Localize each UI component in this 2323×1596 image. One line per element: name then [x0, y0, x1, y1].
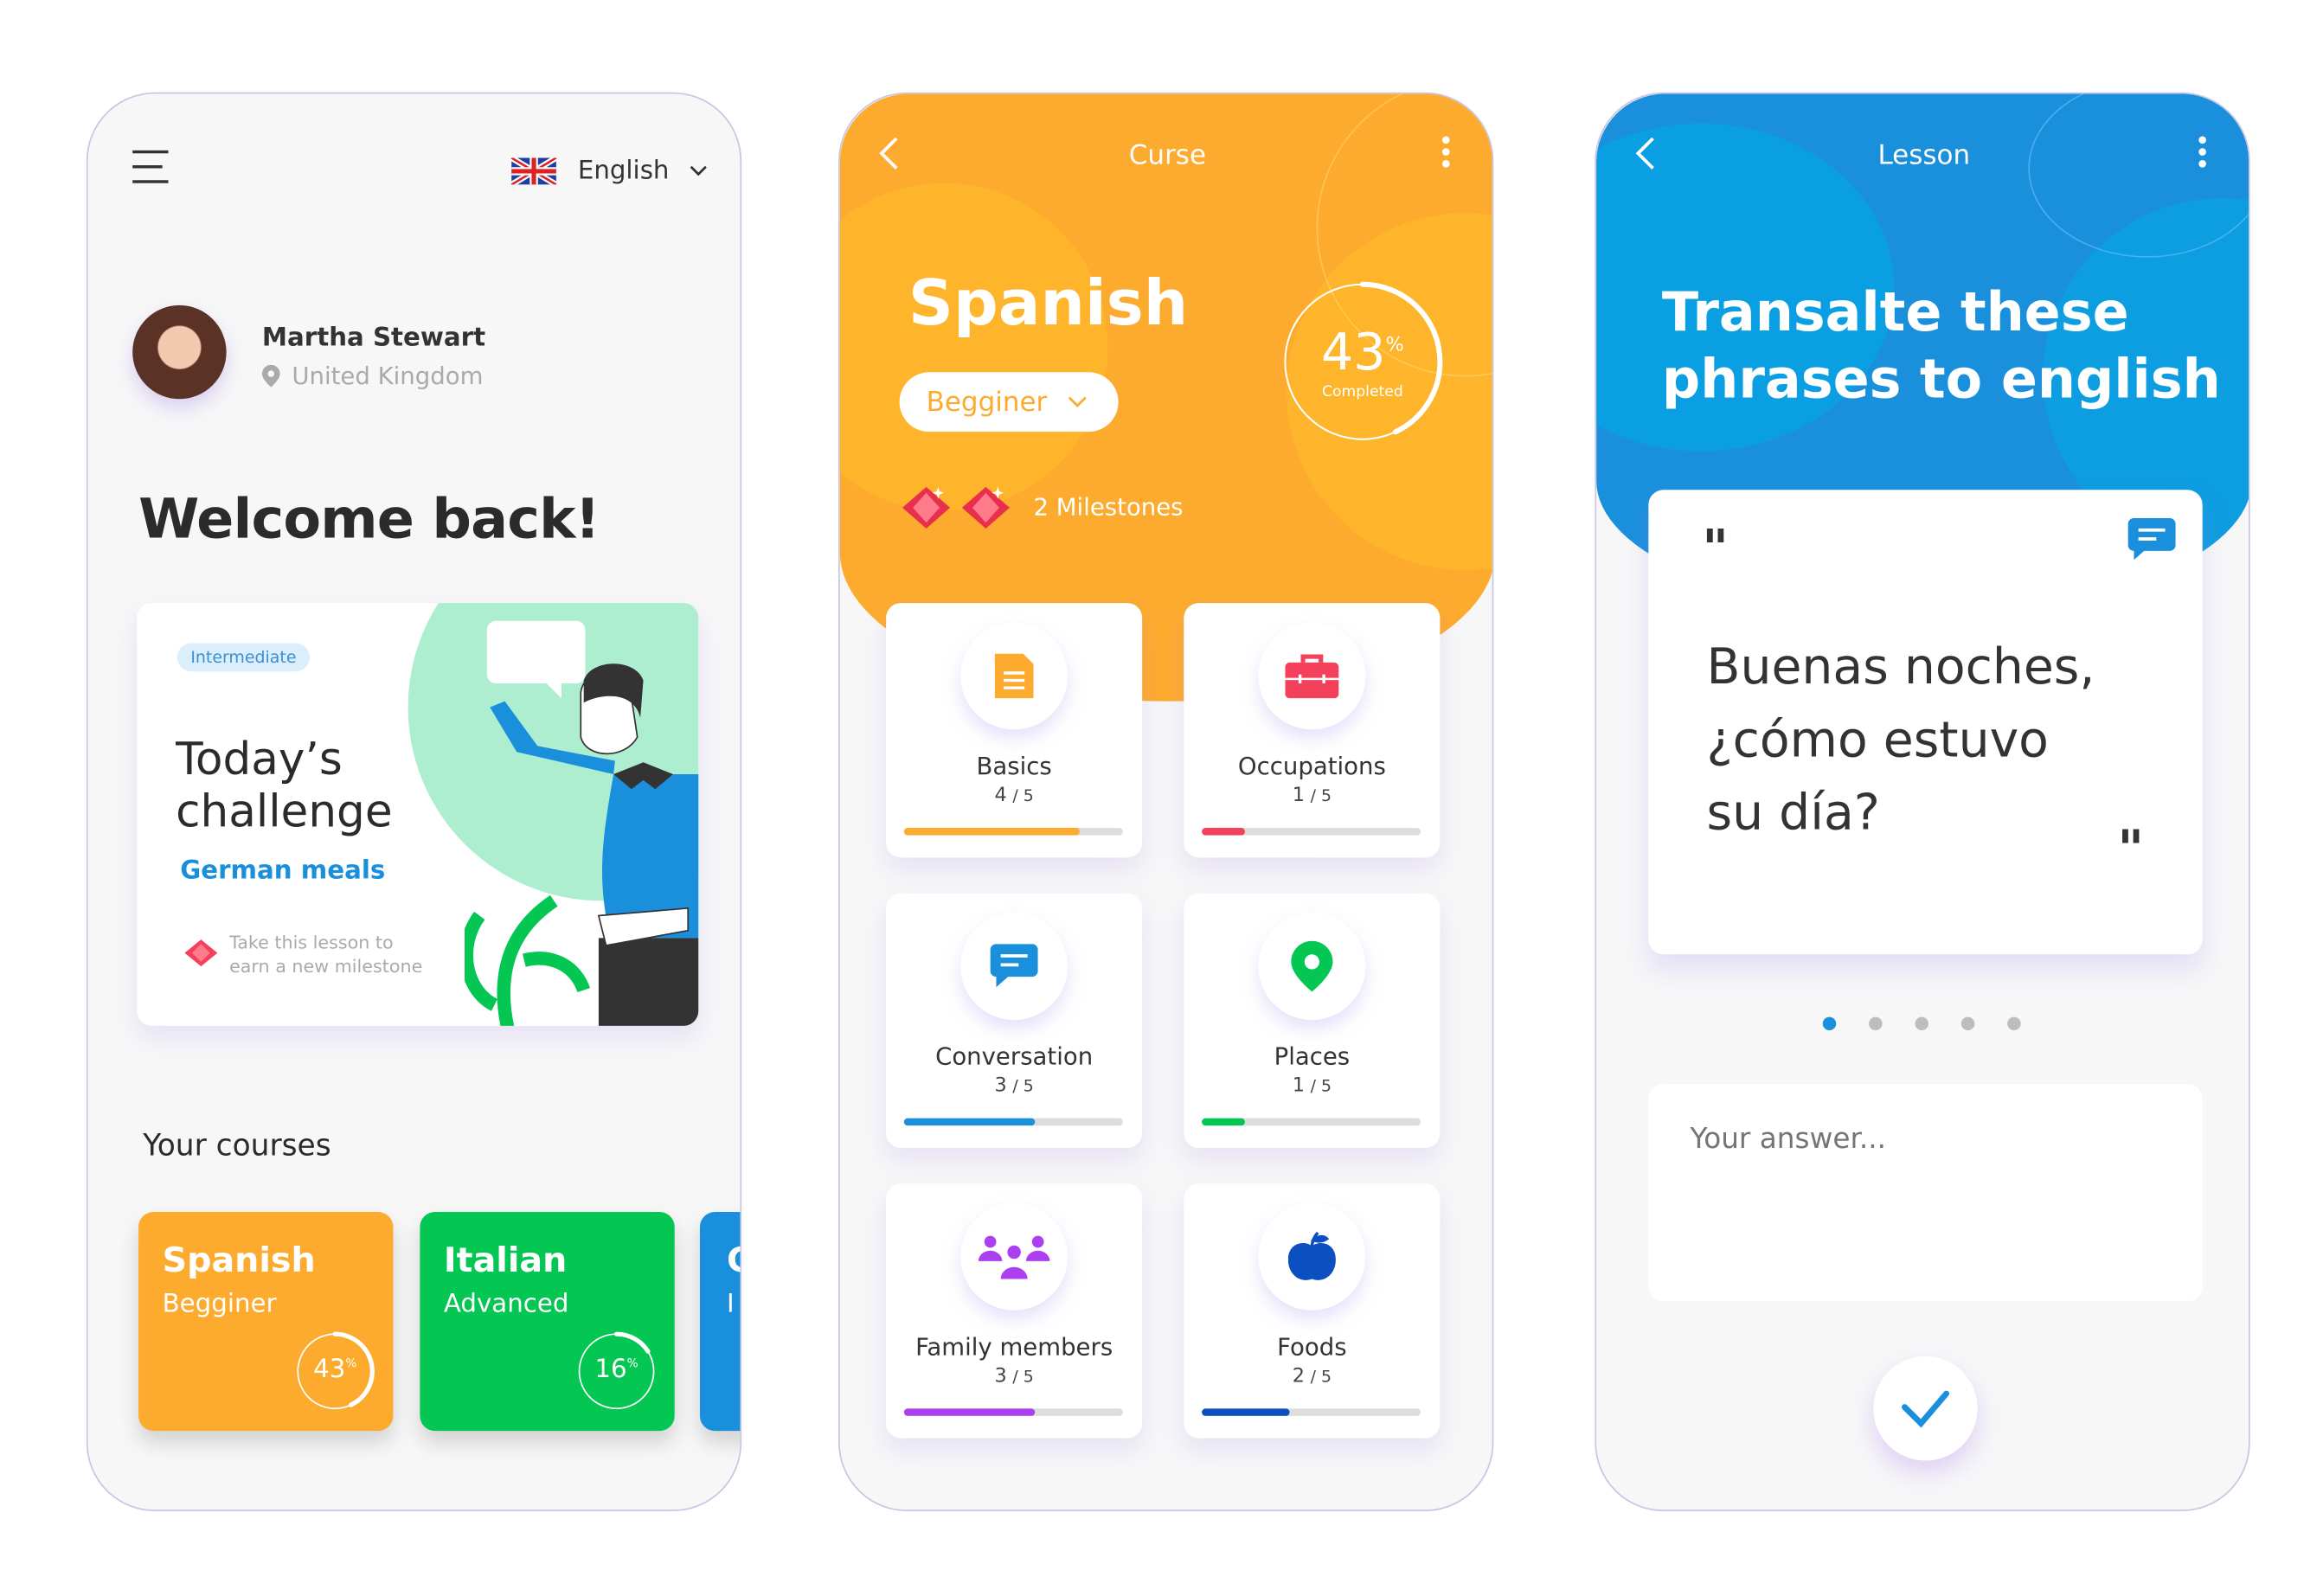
submit-button[interactable] — [1873, 1356, 1978, 1461]
topic-tile-foods[interactable]: Foods 2 / 5 — [1184, 1183, 1441, 1439]
course-language: Spanish — [908, 266, 1189, 340]
answer-input-box[interactable] — [1648, 1084, 2203, 1302]
topic-label: Family members — [915, 1332, 1113, 1362]
pager-dot[interactable] — [2007, 1016, 2021, 1031]
topic-tile-places[interactable]: Places 1 / 5 — [1184, 893, 1441, 1149]
todays-challenge-card[interactable]: Intermediate Today’s challenge German mea… — [137, 603, 699, 1026]
apple-icon — [1258, 1202, 1366, 1311]
lesson-title: Transalte these phrases to english — [1661, 283, 2221, 412]
teacher-illustration — [465, 620, 699, 1026]
briefcase-icon — [1258, 622, 1366, 730]
location-pin-icon — [261, 364, 280, 388]
course-card-partial[interactable]: G I — [699, 1212, 741, 1432]
header-title: Lesson — [1877, 139, 1971, 171]
topic-progress-fill — [1202, 1118, 1246, 1126]
gem-icon — [184, 939, 218, 967]
your-courses-heading: Your courses — [143, 1126, 331, 1163]
topic-label: Conversation — [935, 1042, 1094, 1071]
people-icon — [960, 1202, 1068, 1311]
topic-progress-bar — [1202, 1118, 1421, 1126]
phrase-text: Buenas noches, ¿cómo estuvo su día? — [1706, 637, 2095, 842]
header-title: Curse — [1128, 139, 1207, 171]
language-selector[interactable]: English — [510, 157, 708, 186]
chat-icon[interactable] — [2127, 517, 2176, 561]
topic-tile-family-members[interactable]: Family members 3 / 5 — [886, 1183, 1143, 1439]
gem-icon — [961, 486, 1010, 529]
topic-progress-fill — [903, 827, 1080, 836]
pager-dot[interactable] — [1960, 1016, 1975, 1031]
answer-input[interactable] — [1690, 1122, 2161, 1263]
milestones-count: 2 Milestones — [1033, 492, 1184, 522]
topic-tile-basics[interactable]: Basics 4 / 5 — [886, 603, 1143, 858]
more-options-icon[interactable] — [1441, 136, 1450, 169]
check-icon — [1901, 1390, 1950, 1428]
topic-progress-bar — [903, 1118, 1123, 1126]
pager-dot[interactable] — [1869, 1016, 1883, 1031]
topic-progress-fill — [903, 1118, 1036, 1126]
challenge-topic[interactable]: German meals — [180, 856, 385, 886]
chat-icon — [960, 913, 1068, 1021]
more-options-icon[interactable] — [2198, 136, 2206, 169]
topic-count: 1 / 5 — [1292, 785, 1332, 807]
gem-icon — [902, 486, 951, 529]
course-screen: Curse Spanish Begginer 43% Completed 2 M… — [838, 92, 1494, 1512]
pager-dot[interactable] — [1822, 1016, 1837, 1031]
topic-tile-conversation[interactable]: Conversation 3 / 5 — [886, 893, 1143, 1149]
menu-icon[interactable] — [132, 150, 169, 195]
milestone-gems — [902, 484, 1010, 531]
welcome-heading: Welcome back! — [138, 486, 600, 551]
progress-ring: 43% — [295, 1331, 375, 1415]
lesson-screen: Lesson Transalte these phrases to english… — [1595, 92, 2250, 1512]
user-name: Martha Stewart — [261, 323, 486, 353]
level-badge: Intermediate — [176, 643, 310, 672]
completion-ring: 43% Completed — [1282, 281, 1443, 446]
language-label: English — [577, 156, 670, 187]
topic-progress-fill — [1202, 1408, 1290, 1416]
pager-dot[interactable] — [1915, 1016, 1928, 1031]
user-location: United Kingdom — [292, 362, 484, 390]
course-card-spanish[interactable]: Spanish Begginer 43% — [138, 1212, 394, 1432]
topic-progress-bar — [1202, 1408, 1421, 1416]
challenge-note: Take this lesson to earn a new milestone — [229, 932, 423, 977]
location-pin-icon — [1258, 913, 1366, 1021]
topic-count: 3 / 5 — [994, 1074, 1034, 1098]
topic-progress-bar — [1202, 827, 1421, 836]
topic-progress-fill — [1202, 827, 1246, 836]
topic-count: 1 / 5 — [1292, 1074, 1332, 1098]
topic-tile-occupations[interactable]: Occupations 1 / 5 — [1184, 603, 1441, 858]
phrase-card: " Buenas noches, ¿cómo estuvo su día? " — [1648, 490, 2203, 955]
topic-count: 2 / 5 — [1292, 1365, 1332, 1388]
topic-label: Occupations — [1237, 752, 1386, 780]
chevron-down-icon — [690, 165, 708, 176]
document-icon — [960, 622, 1068, 730]
home-screen: English Martha Stewart United Kingdom We… — [86, 92, 742, 1512]
avatar[interactable] — [132, 304, 227, 400]
challenge-title: Today’s challenge — [176, 734, 393, 839]
progress-ring: 16% — [576, 1331, 657, 1415]
topic-count: 4 / 5 — [994, 785, 1034, 807]
topic-progress-bar — [903, 827, 1123, 836]
uk-flag-icon — [510, 157, 557, 185]
topic-label: Foods — [1277, 1332, 1347, 1362]
chevron-down-icon — [1068, 396, 1088, 407]
topic-count: 3 / 5 — [994, 1365, 1034, 1388]
topic-progress-bar — [903, 1408, 1123, 1416]
topic-label: Basics — [976, 752, 1052, 780]
topic-progress-fill — [903, 1408, 1036, 1416]
course-card-italian[interactable]: Italian Advanced 16% — [420, 1212, 675, 1432]
topic-label: Places — [1274, 1042, 1351, 1071]
level-dropdown[interactable]: Begginer — [899, 372, 1119, 433]
